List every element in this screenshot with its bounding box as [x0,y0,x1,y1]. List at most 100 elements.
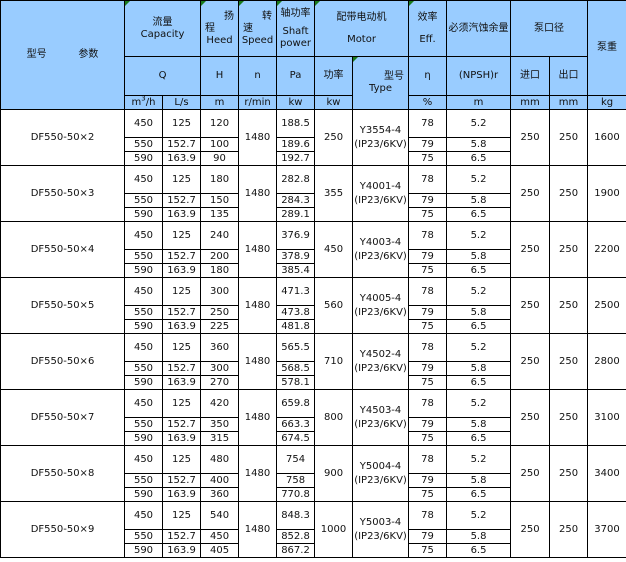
npsh-value: 5.8 [446,361,512,376]
flow-ls: 152.7 [161,417,202,432]
shaft-power-value: 189.6 [276,137,316,152]
motor-header: 配带电动机 Motor [314,0,410,57]
unit-npsh: m [446,95,512,110]
efficiency-value: 75 [408,263,448,278]
head-value: 360 [200,487,240,502]
motor-power-value: 800 [314,389,354,446]
shaft-power-header: 轴功率 Shaft power [276,0,316,57]
efficiency-value: 78 [408,221,448,250]
n-symbol: n [238,56,278,96]
flow-ls: 125 [161,221,202,250]
model-name: DF550-50×6 [0,333,125,390]
shaft-power-value: 867.2 [276,543,316,558]
motor-model: Y5004-4 [359,460,402,472]
npsh-value: 6.5 [446,375,512,390]
table-body: DF550-50×2 450 125 120 1480 188.5 250 Y3554-4 (I… [0,109,626,558]
shaft-power-value: 770.8 [276,487,316,502]
shaft-power-value: 376.9 [276,221,316,250]
speed-value: 1480 [238,277,278,334]
head-value: 540 [200,501,240,530]
flow-ls: 163.9 [161,319,202,334]
table-row: DF550-50×8 450 125 480 1480 754 900 Y5004-4 (IP2… [0,445,626,502]
motor-protection: (IP23/6KV) [354,418,407,430]
unit-inlet: mm [510,95,551,110]
flow-ls: 163.9 [161,431,202,446]
param-label: 参数 [78,49,99,60]
head-value: 250 [200,305,240,320]
shaft-power-value: 284.3 [276,193,316,208]
model-name: DF550-50×9 [0,501,125,558]
shaft-cn: 轴功率 [280,7,311,19]
shaft-power-value: 385.4 [276,263,316,278]
head-value: 400 [200,473,240,488]
eta-symbol: η [408,56,448,96]
capacity-en: Capacity [140,28,185,40]
flow-m3h: 550 [124,529,163,544]
motor-model: Y4003-4 [359,236,402,248]
shaft-power-value: 568.5 [276,361,316,376]
unit-motor-kw: kw [314,95,354,110]
outlet-diameter: 250 [549,109,589,166]
flow-m3h: 450 [124,501,163,530]
pump-spec-table: 型号 参数 流量 Capacity 扬 程 Heed 转 速 Speed 轴功率 [0,0,626,558]
table-row: DF550-50×3 450 125 180 1480 282.8 355 Y4001-4 (I… [0,165,626,222]
speed-value: 1480 [238,389,278,446]
efficiency-value: 79 [408,529,448,544]
unit-weight: kg [587,95,626,110]
weight-header: 泵重 [587,0,626,96]
motor-type-value: Y5003-4 (IP23/6KV) [352,501,410,558]
pump-weight: 2200 [587,221,626,278]
efficiency-value: 78 [408,109,448,138]
npsh-value: 6.5 [446,431,512,446]
efficiency-value: 79 [408,361,448,376]
model-name: DF550-50×7 [0,389,125,446]
outlet-diameter: 250 [549,501,589,558]
shaft-en-1: Shaft [282,25,309,37]
flow-m3h: 590 [124,319,163,334]
shaft-power-value: 848.3 [276,501,316,530]
efficiency-value: 78 [408,389,448,418]
flow-ls: 125 [161,277,202,306]
shaft-power-value: 192.7 [276,151,316,166]
speed-en: Speed [241,34,274,46]
flow-ls: 152.7 [161,193,202,208]
flow-m3h: 450 [124,165,163,194]
inlet-diameter: 250 [510,165,551,222]
motor-protection: (IP23/6KV) [354,474,407,486]
flow-m3h: 590 [124,207,163,222]
flow-m3h: 590 [124,263,163,278]
motor-type-value: Y4001-4 (IP23/6KV) [352,165,410,222]
inlet-diameter: 250 [510,501,551,558]
unit-h: m [200,95,240,110]
npsh-value: 5.8 [446,137,512,152]
head-value: 225 [200,319,240,334]
efficiency-value: 79 [408,193,448,208]
efficiency-value: 75 [408,151,448,166]
head-header: 扬 程 Heed [200,0,240,57]
npsh-value: 5.8 [446,249,512,264]
motor-protection: (IP23/6KV) [354,194,407,206]
flow-m3h: 550 [124,137,163,152]
motor-protection: (IP23/6KV) [354,306,407,318]
outlet-diameter: 250 [549,277,589,334]
efficiency-value: 75 [408,487,448,502]
flow-m3h: 450 [124,389,163,418]
npsh-symbol: (NPSH)r [446,56,512,96]
speed-value: 1480 [238,221,278,278]
inlet-diameter: 250 [510,277,551,334]
model-name: DF550-50×8 [0,445,125,502]
npsh-value: 6.5 [446,207,512,222]
unit-outlet: mm [549,95,589,110]
shaft-power-value: 578.1 [276,375,316,390]
speed-header: 转 速 Speed [238,0,278,57]
outlet-label: 出口 [549,56,589,96]
table-row: DF550-50×4 450 125 240 1480 376.9 450 Y4003-4 (I… [0,221,626,278]
flow-m3h: 550 [124,361,163,376]
outlet-diameter: 250 [549,445,589,502]
flow-m3h: 450 [124,221,163,250]
flow-ls: 125 [161,165,202,194]
motor-power-value: 560 [314,277,354,334]
head-value: 315 [200,431,240,446]
inlet-label: 进口 [510,56,551,96]
model-name: DF550-50×3 [0,165,125,222]
